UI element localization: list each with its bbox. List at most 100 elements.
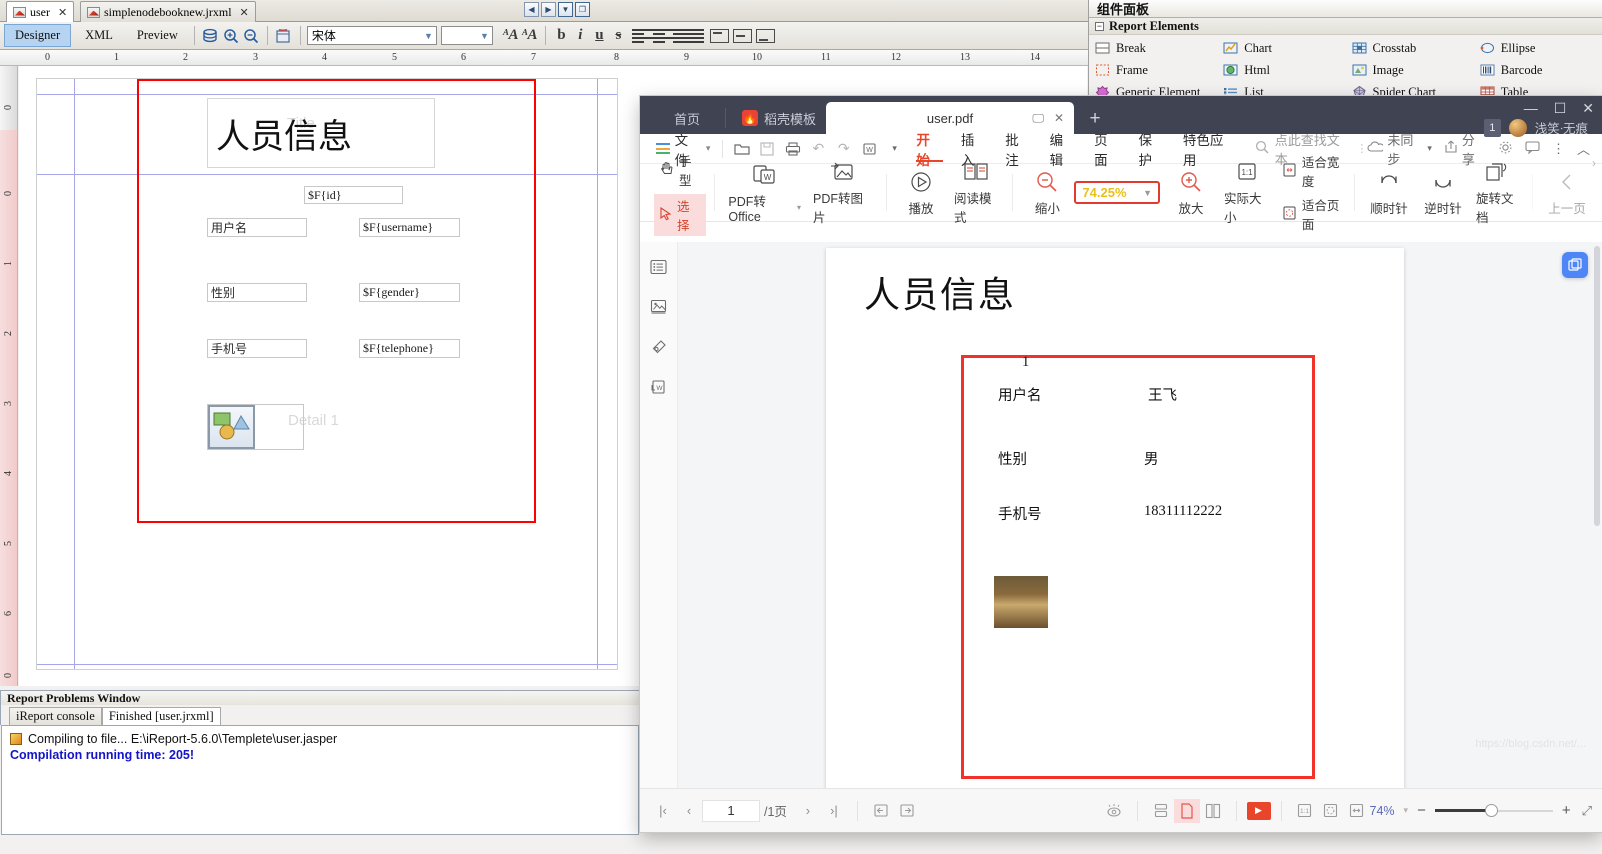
- palette-item-html[interactable]: Html: [1217, 59, 1345, 81]
- palette-item-break[interactable]: Break: [1089, 37, 1217, 59]
- page-number-input[interactable]: 1: [702, 799, 760, 822]
- telephone-field[interactable]: $F{telephone}: [359, 339, 460, 358]
- report-image-element[interactable]: [207, 404, 304, 450]
- scroll-left-icon[interactable]: ◀: [524, 2, 539, 17]
- zoom-minus-button[interactable]: −: [1417, 802, 1426, 819]
- palette-item-ellipse[interactable]: Ellipse: [1474, 37, 1602, 59]
- collapse-icon[interactable]: −: [1095, 21, 1104, 31]
- more-icon[interactable]: ⋮: [1356, 142, 1367, 155]
- customize-toolbar-icon[interactable]: ▾: [882, 137, 907, 161]
- align-justify-icon[interactable]: [685, 28, 704, 43]
- increase-font-size-icon[interactable]: ᴬA: [501, 26, 520, 45]
- gender-field[interactable]: $F{gender}: [359, 283, 460, 302]
- ribbon-expand-icon[interactable]: ›: [1592, 156, 1596, 170]
- zoom-out-icon[interactable]: [241, 26, 261, 46]
- back-view-icon[interactable]: [868, 798, 894, 824]
- report-page[interactable]: Title 人员信息 $F{id} 用户名 $F{username} 性别 $F…: [36, 78, 618, 670]
- palette-item-crosstab[interactable]: Crosstab: [1346, 37, 1474, 59]
- select-tool-button[interactable]: 选择: [654, 194, 707, 236]
- palette-item-barcode[interactable]: Barcode: [1474, 59, 1602, 81]
- close-icon[interactable]: ✕: [1054, 111, 1064, 126]
- zoom-slider[interactable]: [1434, 804, 1553, 818]
- fullscreen-icon[interactable]: ⤢: [1582, 803, 1592, 819]
- rotate-document-button[interactable]: 旋转文档: [1470, 159, 1524, 226]
- tab-protect[interactable]: 保护: [1130, 133, 1174, 168]
- fit-page-button[interactable]: 适合页面: [1282, 195, 1346, 233]
- palette-item-frame[interactable]: Frame: [1089, 59, 1217, 81]
- view-mode-designer[interactable]: Designer: [4, 24, 72, 47]
- slideshow-play-button[interactable]: ▶: [1246, 801, 1271, 820]
- zoom-out-button[interactable]: 缩小: [1020, 169, 1074, 217]
- align-center-icon[interactable]: [649, 28, 668, 43]
- account-area[interactable]: 1 浅笑ᐧ无痕: [1483, 118, 1588, 137]
- print-icon[interactable]: [780, 137, 805, 161]
- minimize-icon[interactable]: —: [1524, 100, 1538, 117]
- zoom-level-input[interactable]: 74.25% ▼: [1074, 181, 1161, 204]
- chevron-down-icon[interactable]: ▼: [1143, 188, 1152, 198]
- chevron-down-icon[interactable]: ▾: [1404, 805, 1409, 816]
- read-mode-button[interactable]: 阅读模式: [948, 159, 1004, 226]
- last-page-icon[interactable]: ›|: [821, 798, 847, 824]
- pdf-document-area[interactable]: 人员信息 1 用户名 王飞 性别 男 手机号 18311112222 https…: [678, 242, 1602, 788]
- valign-bottom-icon[interactable]: [755, 28, 775, 43]
- open-icon[interactable]: [729, 137, 754, 161]
- close-icon[interactable]: ✕: [1582, 100, 1594, 117]
- ireport-tab-user[interactable]: user ✕: [6, 1, 75, 22]
- fit-width-icon[interactable]: [1344, 799, 1370, 823]
- play-button[interactable]: 播放: [894, 169, 948, 217]
- outline-icon[interactable]: [650, 258, 668, 276]
- tab-edit[interactable]: 编辑: [1041, 133, 1085, 168]
- wps-tab-file[interactable]: user.pdf 🖵 ✕: [826, 102, 1074, 134]
- font-family-select[interactable]: 宋体 ▼: [306, 26, 437, 45]
- strikethrough-button[interactable]: s: [609, 26, 628, 45]
- database-icon[interactable]: [201, 26, 221, 46]
- floating-tools-button[interactable]: [1562, 252, 1588, 278]
- prev-page-button[interactable]: 上一页: [1540, 169, 1594, 217]
- settings-gear-icon[interactable]: [1498, 140, 1513, 158]
- more-options-icon[interactable]: ⋮: [1552, 141, 1565, 157]
- maximize-icon[interactable]: ❐: [575, 2, 590, 17]
- tab-finished-user-jrxml[interactable]: Finished [user.jrxml]: [101, 707, 221, 725]
- view-mode-preview[interactable]: Preview: [127, 25, 188, 46]
- actual-size-button[interactable]: 1:1 实际大小: [1218, 159, 1276, 226]
- collapse-ribbon-icon[interactable]: ︿: [1577, 139, 1590, 158]
- export-icon[interactable]: W: [650, 378, 668, 396]
- ireport-tab-simplenodebooknew[interactable]: simplenodebooknew.jrxml ✕: [80, 1, 256, 22]
- tab-start[interactable]: 开始: [907, 133, 951, 168]
- actual-size-icon[interactable]: 1:1: [1292, 799, 1318, 823]
- comment-icon[interactable]: [1525, 140, 1540, 157]
- fit-width-button[interactable]: 适合宽度: [1282, 152, 1346, 190]
- align-right-icon[interactable]: [667, 28, 686, 43]
- valign-top-icon[interactable]: [709, 28, 729, 43]
- telephone-label[interactable]: 手机号: [207, 339, 307, 358]
- gender-label[interactable]: 性别: [207, 283, 307, 302]
- pdf-to-image-button[interactable]: PDF转图片: [807, 159, 878, 226]
- username-field[interactable]: $F{username}: [359, 218, 460, 237]
- notification-badge[interactable]: 1: [1483, 118, 1501, 137]
- next-page-icon[interactable]: ›: [795, 798, 821, 824]
- italic-button[interactable]: i: [571, 26, 590, 45]
- dropdown-icon[interactable]: ▼: [558, 2, 573, 17]
- export-word-icon[interactable]: W: [857, 137, 882, 161]
- align-left-icon[interactable]: [631, 28, 650, 43]
- wps-tab-home[interactable]: 首页: [652, 102, 722, 134]
- prev-page-icon[interactable]: ‹: [676, 798, 702, 824]
- eye-protection-icon[interactable]: [1101, 798, 1127, 824]
- scroll-right-icon[interactable]: ▶: [541, 2, 556, 17]
- valign-middle-icon[interactable]: [732, 28, 752, 43]
- id-field[interactable]: $F{id}: [304, 186, 403, 204]
- zoom-plus-button[interactable]: +: [1562, 802, 1571, 819]
- undo-icon[interactable]: ↶: [806, 137, 831, 161]
- rotate-cw-button[interactable]: 顺时针: [1362, 169, 1416, 217]
- double-page-view-icon[interactable]: [1200, 799, 1226, 823]
- view-mode-xml[interactable]: XML: [75, 25, 123, 46]
- palette-item-image[interactable]: Image: [1346, 59, 1474, 81]
- rotate-ccw-button[interactable]: 逆时针: [1416, 169, 1470, 217]
- decrease-font-size-icon[interactable]: ᴬA: [520, 26, 539, 45]
- close-icon[interactable]: ✕: [240, 6, 249, 19]
- font-size-select[interactable]: ▼: [440, 26, 493, 45]
- close-icon[interactable]: ✕: [58, 6, 67, 19]
- palette-item-chart[interactable]: Chart: [1217, 37, 1345, 59]
- tab-ireport-console[interactable]: iReport console: [9, 707, 102, 725]
- maximize-icon[interactable]: ☐: [1554, 100, 1567, 117]
